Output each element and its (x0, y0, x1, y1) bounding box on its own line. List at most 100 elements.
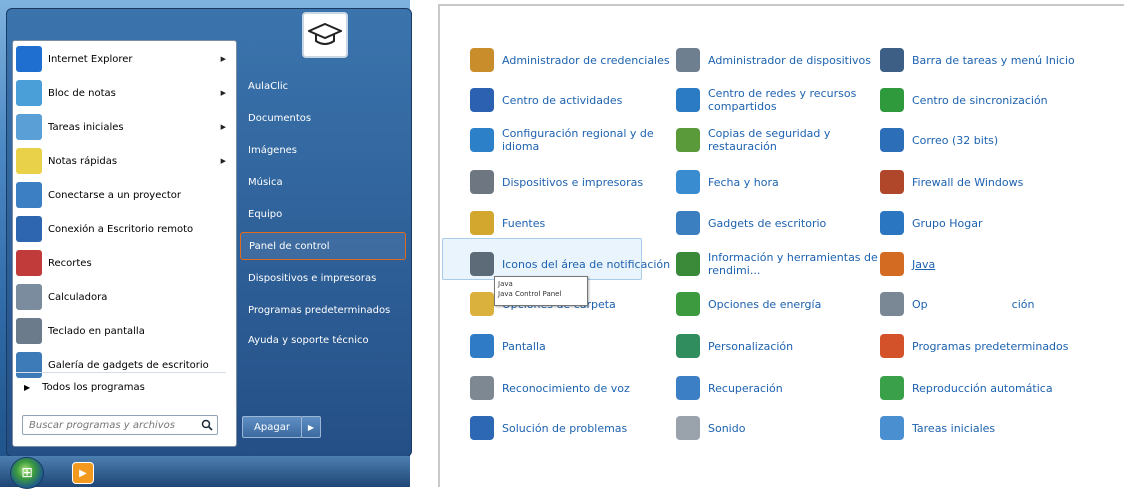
media-player-taskbar-icon[interactable]: ▶ (72, 462, 94, 484)
control-panel-item-label: Firewall de Windows (912, 175, 1024, 189)
submenu-arrow-icon[interactable]: ▶ (221, 123, 226, 131)
program-item[interactable]: Tareas iniciales ▶ (16, 112, 232, 142)
control-panel-item-label: Sonido (708, 421, 746, 435)
program-item[interactable]: Bloc de notas ▶ (16, 78, 232, 108)
start-menu-place-item[interactable]: Imágenes (240, 136, 406, 164)
submenu-arrow-icon[interactable]: ▶ (221, 55, 226, 63)
user-picture-icon[interactable] (302, 12, 348, 58)
program-label: Bloc de notas (48, 87, 116, 99)
windows-start-orb-icon[interactable]: ⊞ (10, 457, 44, 489)
network-center-icon (676, 88, 700, 112)
expand-arrow-icon: ▶ (24, 383, 31, 392)
region-language-icon (470, 128, 494, 152)
getting-started-icon (16, 114, 42, 140)
submenu-arrow-icon[interactable]: ▶ (221, 157, 226, 165)
program-item[interactable]: Galería de gadgets de escritorio (16, 350, 232, 380)
performance-icon (676, 252, 700, 276)
control-panel-item[interactable]: Solución de problemas (470, 408, 672, 448)
firewall-icon (880, 170, 904, 194)
control-panel-item-label: Centro de redes y recursos compartidos (708, 87, 857, 113)
control-panel-item-label: Reconocimiento de voz (502, 381, 630, 395)
control-panel-item[interactable]: Fecha y hora (676, 162, 878, 202)
control-panel-item[interactable]: Gadgets de escritorio (676, 203, 878, 243)
control-panel-item[interactable]: Fuentes (470, 203, 672, 243)
calculator-icon (16, 284, 42, 310)
start-menu-area: Internet Explorer ▶ Bloc de notas ▶ Tareas i… (0, 0, 412, 489)
control-panel-item-label: Copias de seguridad y restauración (708, 127, 831, 153)
taskbar (0, 456, 410, 487)
control-panel-item[interactable]: Reconocimiento de voz (470, 368, 672, 408)
start-menu-place-item[interactable]: Documentos (240, 104, 406, 132)
start-menu-place-item[interactable]: Panel de control (240, 232, 406, 260)
desktop-gadgets-icon (676, 211, 700, 235)
folder-options-icon (470, 292, 494, 316)
display-icon (470, 334, 494, 358)
control-panel-item[interactable]: Copias de seguridad y restauración (676, 120, 878, 160)
program-item[interactable]: Conexión a Escritorio remoto (16, 214, 232, 244)
search-icon[interactable] (199, 417, 215, 433)
program-item[interactable]: Calculadora (16, 282, 232, 312)
program-item[interactable]: Conectarse a un proyector (16, 180, 232, 210)
control-panel-item[interactable]: Centro de sincronización (880, 80, 1082, 120)
control-panel-item-label: Recuperación (708, 381, 783, 395)
personalization-icon (676, 334, 700, 358)
homegroup-icon (880, 211, 904, 235)
sticky-notes-icon (16, 148, 42, 174)
control-panel-item-label: Opciones de energía (708, 297, 822, 311)
start-menu-place-item[interactable]: Dispositivos e impresoras (240, 264, 406, 292)
control-panel-item[interactable]: Firewall de Windows (880, 162, 1082, 202)
shutdown-button[interactable]: Apagar (242, 416, 302, 438)
control-panel-item[interactable]: Recuperación (676, 368, 878, 408)
control-panel-item[interactable]: Administrador de dispositivos (676, 40, 878, 80)
control-panel-item-label: Correo (32 bits) (912, 133, 999, 147)
search-input[interactable] (22, 415, 218, 435)
start-menu-place-item[interactable]: Ayuda y soporte técnico (240, 326, 406, 354)
control-panel-item[interactable]: Reproducción automática (880, 368, 1082, 408)
control-panel-item[interactable]: Personalización (676, 326, 878, 366)
control-panel-item[interactable]: Centro de actividades (470, 80, 672, 120)
program-label: Internet Explorer (48, 53, 133, 65)
fonts-icon (470, 211, 494, 235)
program-item[interactable]: Teclado en pantalla (16, 316, 232, 346)
start-menu-place-item[interactable]: AulaClic (240, 72, 406, 100)
indexing-options-icon (880, 292, 904, 316)
program-item[interactable]: Recortes (16, 248, 232, 278)
control-panel-item[interactable]: Programas predeterminados (880, 326, 1082, 366)
control-panel-item[interactable]: Op ción (880, 284, 1082, 324)
control-panel-item[interactable]: Dispositivos e impresoras (470, 162, 672, 202)
control-panel-item[interactable]: Tareas iniciales (880, 408, 1082, 448)
start-menu-place-item[interactable]: Equipo (240, 200, 406, 228)
control-panel-item-label: Fuentes (502, 216, 546, 230)
snipping-tool-icon (16, 250, 42, 276)
control-panel-item[interactable]: Correo (32 bits) (880, 120, 1082, 160)
control-panel-item[interactable]: Centro de redes y recursos compartidos (676, 80, 878, 120)
backup-restore-icon (676, 128, 700, 152)
control-panel-item-label: Dispositivos e impresoras (502, 175, 644, 189)
control-panel-item[interactable]: Pantalla (470, 326, 672, 366)
control-panel-item[interactable]: Opciones de energía (676, 284, 878, 324)
sync-center-icon (880, 88, 904, 112)
control-panel-item-label: Administrador de credenciales (502, 53, 670, 67)
program-label: Conexión a Escritorio remoto (48, 223, 194, 235)
program-item[interactable]: Internet Explorer ▶ (16, 44, 232, 74)
control-panel-item-label: Personalización (708, 339, 794, 353)
control-panel-item[interactable]: Administrador de credenciales (470, 40, 672, 80)
device-manager-icon (676, 48, 700, 72)
internet-explorer-icon (16, 46, 42, 72)
program-label: Recortes (48, 257, 92, 269)
control-panel-item[interactable]: Java (880, 244, 1082, 284)
control-panel-item[interactable]: Información y herramientas de rendimi... (676, 244, 878, 284)
control-panel-item[interactable]: Sonido (676, 408, 878, 448)
control-panel-item[interactable]: Configuración regional y de idioma (470, 120, 672, 160)
notification-icons-icon (470, 252, 494, 276)
submenu-arrow-icon[interactable]: ▶ (221, 89, 226, 97)
start-menu-place-item[interactable]: Música (240, 168, 406, 196)
devices-printers-icon (470, 170, 494, 194)
shutdown-options-button[interactable]: ▶ (301, 416, 321, 438)
control-panel-item[interactable]: Grupo Hogar (880, 203, 1082, 243)
control-panel-item-label: Tareas iniciales (912, 421, 996, 435)
control-panel-item[interactable]: Barra de tareas y menú Inicio (880, 40, 1082, 80)
program-item[interactable]: Notas rápidas ▶ (16, 146, 232, 176)
all-programs-button[interactable]: ▶ Todos los programas (24, 382, 145, 393)
start-menu-place-item[interactable]: Programas predeterminados (240, 296, 406, 324)
